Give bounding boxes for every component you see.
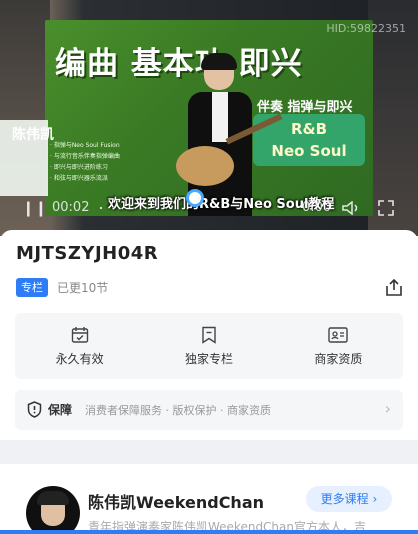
update-count: 已更10节 — [57, 281, 109, 295]
teacher-name[interactable]: 陈伟凯WeekendChan — [88, 489, 264, 513]
feature-label: 商家资质 — [314, 352, 363, 366]
bookmark-icon — [202, 326, 216, 344]
course-title: MJTSZYJH04R — [16, 243, 159, 264]
genre-line-2: Neo Soul — [271, 142, 347, 160]
video-watermark: HID:59822351 — [326, 22, 406, 35]
thumbnail-subtitle: 伴奏 指弹与即兴 — [257, 100, 353, 115]
total-time: 0:00 — [302, 200, 332, 215]
video-thumbnail: 编曲 基本功 即兴 伴奏 指弹与即兴 R&B Neo Soul — [45, 20, 373, 216]
guarantee-label: 保障 — [48, 403, 73, 417]
guarantee-description: 消费者保障服务 · 版权保护 · 商家资质 — [85, 404, 271, 417]
fullscreen-icon[interactable] — [378, 200, 394, 216]
pause-icon[interactable]: ❙❙ — [22, 196, 47, 220]
id-card-icon — [328, 327, 349, 343]
share-icon[interactable] — [384, 278, 404, 298]
video-player[interactable]: 编曲 基本功 即兴 伴奏 指弹与即兴 R&B Neo Soul 陈伟凯 · 指弹… — [0, 0, 418, 236]
current-time: 00:02 — [52, 200, 90, 215]
calendar-check-icon — [71, 327, 88, 343]
avatar[interactable] — [26, 486, 80, 534]
shield-icon — [27, 401, 42, 418]
more-courses-button[interactable]: 更多课程 › — [306, 486, 392, 512]
thumbnail-name: 陈伟凯 — [12, 127, 54, 143]
column-tag: 专栏 — [16, 278, 48, 297]
course-card: MJTSZYJH04R 专栏 已更10节 永久有效 独家专栏 商家资质 保障 消… — [0, 230, 418, 534]
video-controls: ❙❙ 00:02 0:00 — [0, 196, 418, 220]
guarantee-row[interactable]: 保障 消费者保障服务 · 版权保护 · 商家资质 › — [15, 390, 403, 430]
feature-strip: 永久有效 独家专栏 商家资质 — [15, 313, 403, 379]
chevron-right-icon: › — [384, 399, 391, 418]
chevron-right-icon: › — [372, 492, 378, 506]
bottom-accent-bar — [0, 530, 418, 534]
section-divider — [0, 440, 418, 464]
guitarist-figure — [170, 53, 283, 216]
more-courses-label: 更多课程 — [320, 492, 369, 506]
feature-label: 永久有效 — [55, 352, 104, 366]
feature-permanent: 永久有效 — [15, 313, 144, 379]
teacher-section: 陈伟凯WeekendChan 更多课程 › 青年指弹演奏家陈伟凯WeekendC… — [0, 464, 418, 534]
thumbnail-bullets: · 指弹与Neo Soul Fusion · 与流行音乐伴奏指弹编曲 · 即兴与… — [50, 142, 120, 182]
volume-icon[interactable] — [342, 201, 360, 215]
progress-handle[interactable] — [100, 207, 102, 209]
feature-qualification: 商家资质 — [274, 313, 403, 379]
feature-label: 独家专栏 — [184, 352, 233, 366]
feature-exclusive: 独家专栏 — [144, 313, 273, 379]
